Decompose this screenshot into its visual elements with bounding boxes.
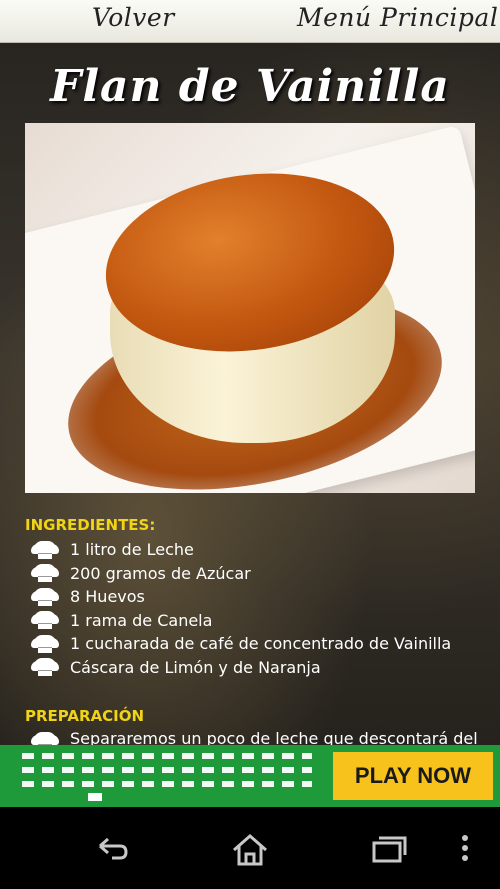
back-icon[interactable] bbox=[92, 832, 132, 866]
preparation-step-text: Separaremos un poco de leche que descont… bbox=[70, 729, 478, 746]
ingredient-label: 1 litro de Leche bbox=[70, 540, 194, 560]
ingredient-item: 1 litro de Leche bbox=[30, 538, 451, 562]
chef-hat-icon bbox=[30, 610, 60, 630]
ingredient-item: 8 Huevos bbox=[30, 585, 451, 609]
ingredients-list: 1 litro de Leche 200 gramos de Azúcar 8 … bbox=[30, 538, 451, 679]
ingredient-item: 200 gramos de Azúcar bbox=[30, 562, 451, 586]
ingredient-label: 1 cucharada de café de concentrado de Va… bbox=[70, 634, 452, 654]
ad-banner[interactable]: PLAY NOW bbox=[0, 745, 500, 807]
chef-hat-icon bbox=[30, 563, 60, 583]
chef-hat-icon bbox=[30, 731, 60, 746]
ingredient-item: 1 rama de Canela bbox=[30, 609, 451, 633]
recipe-title: Flan de Vainilla bbox=[50, 61, 450, 112]
ingredient-item: Cáscara de Limón y de Naranja bbox=[30, 656, 451, 680]
play-now-button[interactable]: PLAY NOW bbox=[333, 752, 493, 800]
main-menu-link[interactable]: Menú Principal bbox=[297, 3, 498, 32]
home-icon[interactable] bbox=[230, 832, 270, 866]
space-invaders-graphic bbox=[22, 753, 312, 787]
ingredient-label: 8 Huevos bbox=[70, 587, 145, 607]
ingredients-heading: INGREDIENTES: bbox=[25, 516, 156, 534]
back-link[interactable]: Volver bbox=[92, 3, 175, 32]
more-icon[interactable] bbox=[455, 832, 475, 866]
recipe-content[interactable]: Flan de Vainilla INGREDIENTES: 1 litro d… bbox=[0, 43, 500, 746]
top-bar: Volver Menú Principal bbox=[0, 0, 500, 43]
chef-hat-icon bbox=[30, 634, 60, 654]
ingredient-label: 200 gramos de Azúcar bbox=[70, 563, 251, 583]
chef-hat-icon bbox=[30, 587, 60, 607]
chef-hat-icon bbox=[30, 540, 60, 560]
recents-icon[interactable] bbox=[368, 832, 408, 866]
ingredient-item: 1 cucharada de café de concentrado de Va… bbox=[30, 632, 451, 656]
player-ship-icon bbox=[88, 793, 102, 801]
flan-photo bbox=[25, 123, 475, 493]
chef-hat-icon bbox=[30, 657, 60, 677]
ingredient-label: Cáscara de Limón y de Naranja bbox=[70, 657, 321, 677]
ingredient-label: 1 rama de Canela bbox=[70, 610, 213, 630]
system-nav-bar bbox=[0, 807, 500, 889]
preparation-heading: PREPARACIÓN bbox=[25, 707, 145, 725]
